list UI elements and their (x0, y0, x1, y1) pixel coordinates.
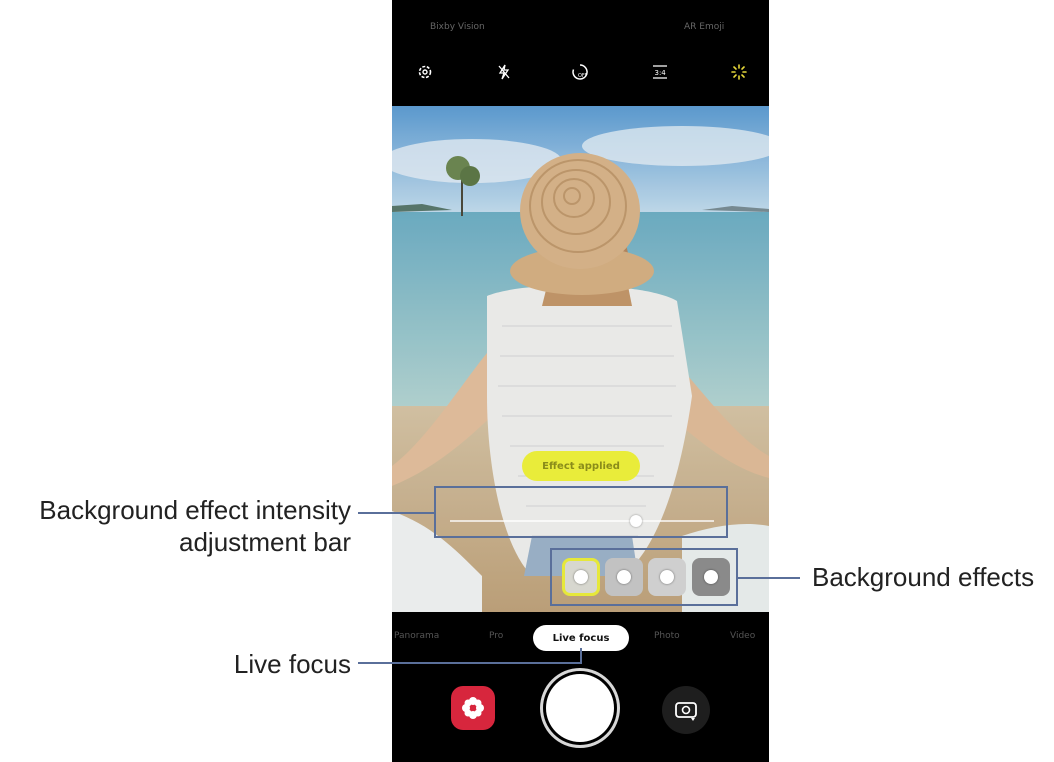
mode-panorama[interactable]: Panorama (394, 631, 439, 641)
switch-camera-icon (675, 702, 697, 721)
filters-icon[interactable] (725, 58, 753, 86)
quick-settings-bar: OFF 3:4 (392, 58, 769, 86)
flash-off-icon[interactable] (490, 58, 518, 86)
bixby-vision-button[interactable] (451, 686, 495, 730)
intensity-bar-highlight-box (434, 486, 728, 538)
mode-photo[interactable]: Photo (654, 631, 680, 641)
effects-highlight-box (550, 548, 738, 606)
top-labels: Bixby Vision AR Emoji (392, 22, 769, 42)
aspect-ratio-icon[interactable]: 3:4 (646, 58, 674, 86)
shutter-button[interactable] (546, 674, 614, 742)
svg-text:3:4: 3:4 (655, 69, 667, 77)
effect-applied-pill: Effect applied (522, 451, 640, 481)
flower-icon (462, 697, 484, 719)
mode-video[interactable]: Video (730, 631, 755, 641)
intensity-callout-line (358, 512, 434, 514)
settings-icon[interactable] (411, 58, 439, 86)
live-focus-callout-line (358, 662, 582, 664)
effects-callout-line (738, 577, 800, 579)
live-focus-callout: Live focus (233, 649, 351, 679)
effects-callout: Background effects (812, 562, 1035, 592)
intensity-bar-callout-line1: Background effect intensity (39, 495, 351, 525)
switch-camera-button[interactable] (662, 686, 710, 734)
mode-pro[interactable]: Pro (489, 631, 503, 641)
svg-text:OFF: OFF (578, 73, 588, 79)
live-focus-callout-vline (580, 648, 582, 663)
intensity-bar-callout-line2: adjustment bar (179, 527, 351, 557)
bixby-vision-link[interactable]: Bixby Vision (430, 22, 485, 32)
timer-off-icon[interactable]: OFF (566, 58, 594, 86)
ar-emoji-link[interactable]: AR Emoji (684, 22, 724, 32)
